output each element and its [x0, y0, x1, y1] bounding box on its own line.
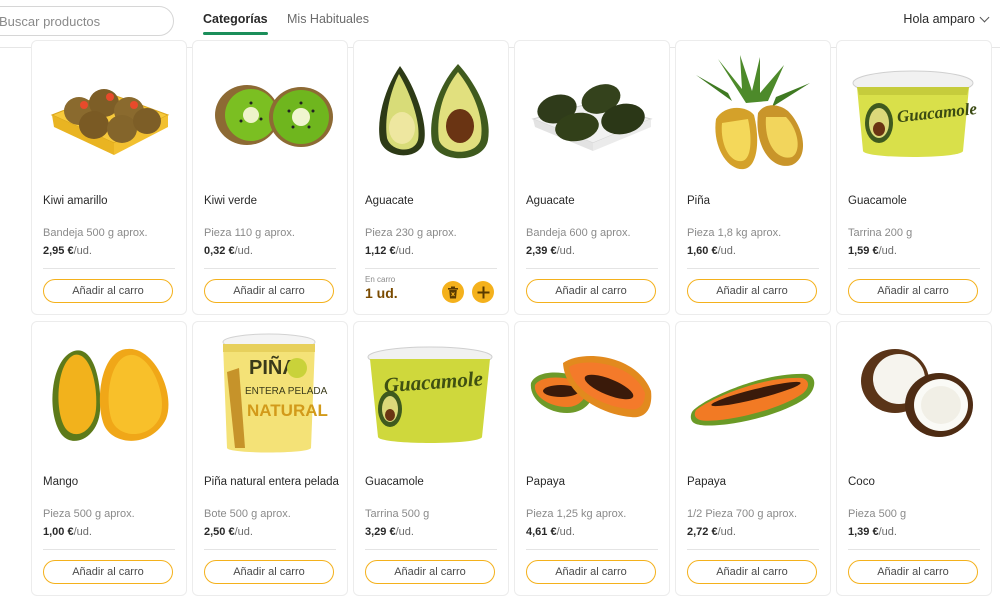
product-size: Tarrina 200 g [848, 227, 913, 239]
product-name[interactable]: Papaya [687, 476, 726, 488]
add-to-cart-button[interactable]: Añadir al carro [43, 560, 173, 584]
add-to-cart-button[interactable]: Añadir al carro [687, 279, 817, 303]
product-image[interactable] [686, 53, 820, 173]
product-name[interactable]: Aguacate [526, 195, 575, 207]
add-to-cart-button[interactable]: Añadir al carro [204, 279, 334, 303]
product-size: Pieza 1,25 kg aprox. [526, 508, 627, 520]
in-cart-label: En carro [365, 275, 396, 284]
product-card[interactable]: Kiwi amarillo Bandeja 500 g aprox. 2,95 … [31, 40, 187, 315]
user-greeting: Hola amparo [903, 12, 975, 26]
product-name[interactable]: Guacamole [848, 195, 907, 207]
product-card[interactable]: Aguacate Pieza 230 g aprox. 1,12 €/ud. E… [353, 40, 509, 315]
product-card[interactable]: Piña Pieza 1,8 kg aprox. 1,60 €/ud. Añad… [675, 40, 831, 315]
product-name[interactable]: Mango [43, 476, 78, 488]
plus-icon [477, 286, 489, 298]
product-image[interactable] [42, 53, 176, 173]
jar-label-text: NATURAL [247, 401, 328, 420]
product-price: 3,29 €/ud. [365, 526, 414, 538]
product-price: 4,61 €/ud. [526, 526, 575, 538]
product-size: Pieza 230 g aprox. [365, 227, 457, 239]
product-price: 1,60 €/ud. [687, 245, 736, 257]
jar-label-text: ENTERA PELADA [245, 386, 328, 397]
divider [526, 268, 658, 269]
chevron-down-icon [979, 12, 990, 22]
product-image[interactable] [42, 334, 176, 454]
product-name[interactable]: Guacamole [365, 476, 424, 488]
product-name[interactable]: Piña [687, 195, 710, 207]
product-size: Bote 500 g aprox. [204, 508, 291, 520]
product-card[interactable]: PIÑA ENTERA PELADA NATURAL Piña natural … [192, 321, 348, 596]
product-price: 2,39 €/ud. [526, 245, 575, 257]
product-price: 1,39 €/ud. [848, 526, 897, 538]
trash-icon [448, 286, 458, 298]
product-price: 2,50 €/ud. [204, 526, 253, 538]
product-size: 1/2 Pieza 700 g aprox. [687, 508, 798, 520]
product-name[interactable]: Kiwi amarillo [43, 195, 108, 207]
product-image[interactable] [203, 53, 337, 173]
user-menu[interactable]: Hola amparo [903, 12, 990, 26]
divider [43, 268, 175, 269]
product-price: 2,72 €/ud. [687, 526, 736, 538]
increase-quantity-button[interactable] [472, 281, 494, 303]
product-image[interactable] [686, 334, 820, 454]
remove-from-cart-button[interactable] [442, 281, 464, 303]
add-to-cart-button[interactable]: Añadir al carro [365, 560, 495, 584]
in-cart-indicator: En carro 1 ud. [365, 275, 398, 301]
add-to-cart-button[interactable]: Añadir al carro [848, 560, 978, 584]
divider [365, 549, 497, 550]
add-to-cart-button[interactable]: Añadir al carro [43, 279, 173, 303]
product-card[interactable]: Mango Pieza 500 g aprox. 1,00 €/ud. Añad… [31, 321, 187, 596]
add-to-cart-button[interactable]: Añadir al carro [848, 279, 978, 303]
divider [43, 549, 175, 550]
product-image[interactable] [525, 53, 659, 173]
product-price: 1,00 €/ud. [43, 526, 92, 538]
divider [848, 549, 980, 550]
product-card[interactable]: Papaya Pieza 1,25 kg aprox. 4,61 €/ud. A… [514, 321, 670, 596]
product-card[interactable]: Aguacate Bandeja 600 g aprox. 2,39 €/ud.… [514, 40, 670, 315]
product-card[interactable]: Guacamole Guacamole Tarrina 200 g 1,59 €… [836, 40, 992, 315]
product-image[interactable] [364, 53, 498, 173]
divider [526, 549, 658, 550]
add-to-cart-button[interactable]: Añadir al carro [526, 560, 656, 584]
divider [204, 549, 336, 550]
product-size: Bandeja 500 g aprox. [43, 227, 148, 239]
product-image[interactable]: Guacamole [364, 334, 498, 454]
divider [848, 268, 980, 269]
add-to-cart-button[interactable]: Añadir al carro [526, 279, 656, 303]
divider [365, 268, 497, 269]
product-name[interactable]: Coco [848, 476, 875, 488]
product-price: 1,59 €/ud. [848, 245, 897, 257]
product-card[interactable]: Guacamole Guacamole Tarrina 500 g 3,29 €… [353, 321, 509, 596]
product-size: Pieza 1,8 kg aprox. [687, 227, 782, 239]
search-box[interactable] [0, 6, 174, 36]
product-price: 1,12 €/ud. [365, 245, 414, 257]
product-card[interactable]: Kiwi verde Pieza 110 g aprox. 0,32 €/ud.… [192, 40, 348, 315]
product-image[interactable]: PIÑA ENTERA PELADA NATURAL [203, 333, 337, 454]
product-card[interactable]: Coco Pieza 500 g 1,39 €/ud. Añadir al ca… [836, 321, 992, 596]
product-image[interactable] [847, 334, 981, 454]
divider [687, 268, 819, 269]
product-size: Pieza 500 g aprox. [43, 508, 135, 520]
product-size: Pieza 500 g [848, 508, 907, 520]
product-size: Bandeja 600 g aprox. [526, 227, 631, 239]
product-card[interactable]: Papaya 1/2 Pieza 700 g aprox. 2,72 €/ud.… [675, 321, 831, 596]
divider [687, 549, 819, 550]
product-price: 2,95 €/ud. [43, 245, 92, 257]
product-image[interactable] [525, 334, 659, 454]
product-name[interactable]: Papaya [526, 476, 565, 488]
product-price: 0,32 €/ud. [204, 245, 253, 257]
divider [204, 268, 336, 269]
search-input[interactable] [0, 7, 173, 35]
product-name[interactable]: Piña natural entera pelada [204, 476, 339, 488]
product-name[interactable]: Kiwi verde [204, 195, 257, 207]
add-to-cart-button[interactable]: Añadir al carro [687, 560, 817, 584]
product-name[interactable]: Aguacate [365, 195, 414, 207]
tab-categorias[interactable]: Categorías [203, 12, 268, 36]
tab-mis-habituales[interactable]: Mis Habituales [287, 12, 369, 36]
product-size: Pieza 110 g aprox. [204, 227, 295, 239]
in-cart-quantity: 1 ud. [365, 285, 398, 301]
product-size: Tarrina 500 g [365, 508, 430, 520]
product-image[interactable]: Guacamole [847, 53, 981, 173]
add-to-cart-button[interactable]: Añadir al carro [204, 560, 334, 584]
